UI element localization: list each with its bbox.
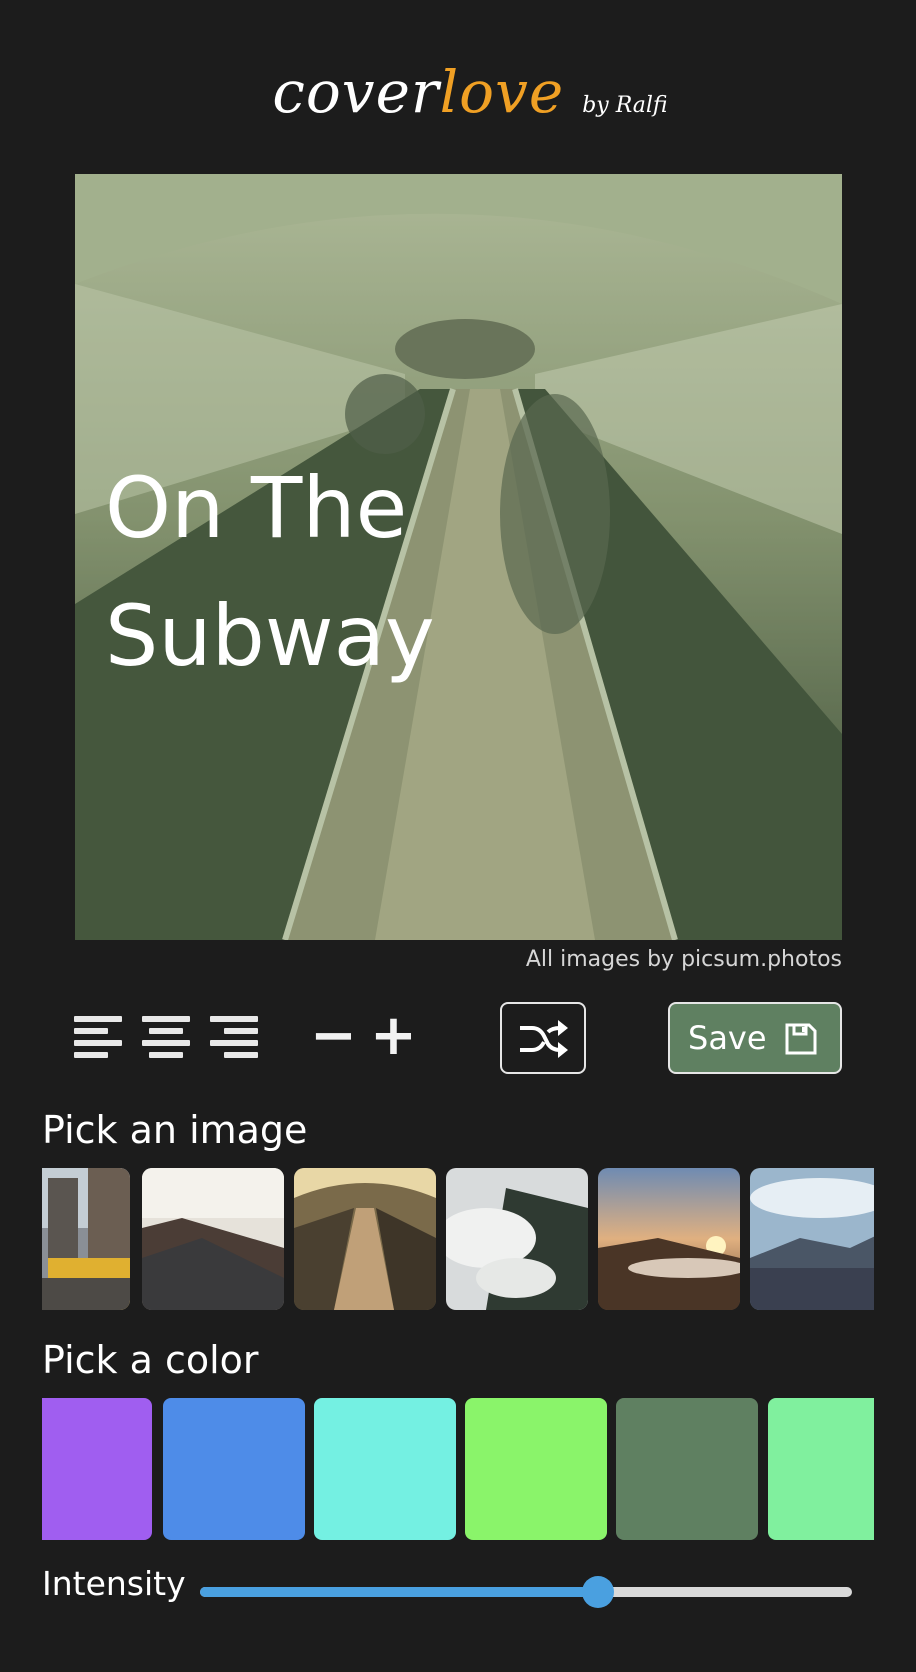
color-swatch-mint[interactable]: [768, 1398, 874, 1540]
image-thumb-sunset[interactable]: [598, 1168, 740, 1310]
image-thumb-subway[interactable]: [294, 1168, 436, 1310]
cover-title[interactable]: On The Subway: [105, 444, 705, 700]
image-picker: [42, 1168, 874, 1310]
shuffle-icon: [520, 1020, 568, 1058]
intensity-label: Intensity: [42, 1564, 186, 1603]
slider-fill: [200, 1587, 598, 1597]
image-credit: All images by picsum.photos: [525, 947, 842, 972]
image-thumb-lake[interactable]: [750, 1168, 874, 1310]
image-thumb-mountain[interactable]: [142, 1168, 284, 1310]
color-swatch-blue[interactable]: [163, 1398, 305, 1540]
shuffle-button[interactable]: [500, 1002, 586, 1074]
color-picker: [42, 1398, 874, 1540]
app-logo: coverlove by Ralfi: [0, 58, 916, 138]
logo-love-text: love: [439, 58, 565, 126]
toolbar: − + Save: [0, 1000, 916, 1080]
color-swatch-cyan[interactable]: [314, 1398, 456, 1540]
logo-byline: by Ralfi: [582, 93, 668, 118]
align-right-icon[interactable]: [210, 1014, 260, 1064]
cover-title-line-2: Subway: [105, 587, 435, 685]
align-left-icon[interactable]: [74, 1014, 124, 1064]
slider-thumb[interactable]: [581, 1576, 614, 1608]
increase-size-button[interactable]: +: [370, 1006, 417, 1066]
color-swatch-green[interactable]: [465, 1398, 607, 1540]
cover-preview: On The Subway: [75, 174, 842, 940]
intensity-slider[interactable]: [200, 1574, 852, 1610]
pick-image-heading: Pick an image: [42, 1108, 308, 1152]
logo-cover-text: cover: [272, 58, 440, 126]
decrease-size-button[interactable]: −: [310, 1006, 357, 1066]
floppy-disk-icon: [785, 1023, 817, 1055]
save-button[interactable]: Save: [668, 1002, 842, 1074]
save-button-label: Save: [688, 1019, 767, 1057]
image-thumb-forest-fog[interactable]: [446, 1168, 588, 1310]
align-center-icon[interactable]: [142, 1014, 192, 1064]
cover-title-line-1: On The: [105, 459, 408, 557]
pick-color-heading: Pick a color: [42, 1338, 259, 1382]
color-swatch-sage[interactable]: [616, 1398, 758, 1540]
image-thumb-city[interactable]: [42, 1168, 130, 1310]
color-swatch-purple[interactable]: [42, 1398, 152, 1540]
